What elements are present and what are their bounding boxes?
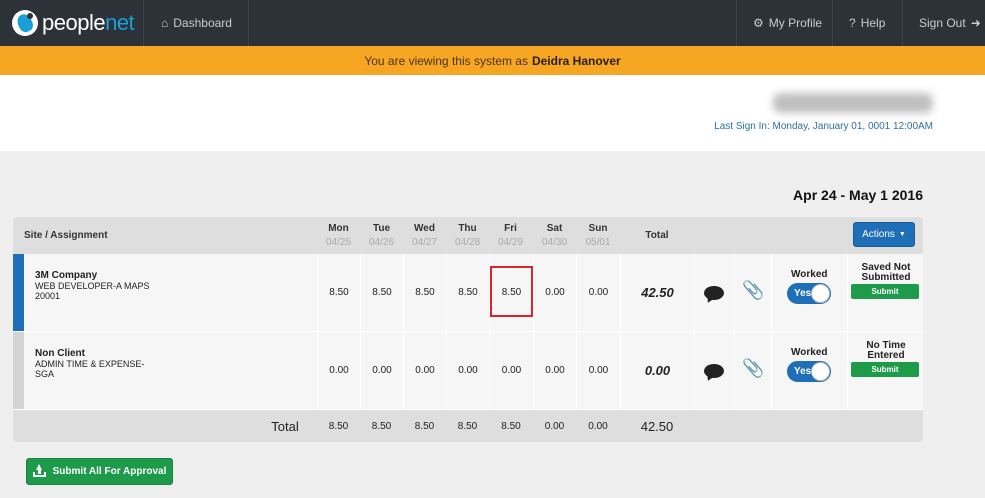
col-wed: Wed 04/27 xyxy=(411,223,438,248)
upload-icon xyxy=(32,464,46,477)
worked-label: Worked xyxy=(791,269,828,280)
user-header: Last Sign In: Monday, January 01, 0001 1… xyxy=(0,75,985,151)
hours-cell-tue[interactable]: 0.00 xyxy=(360,332,403,409)
status-label: No Time Entered xyxy=(866,340,906,361)
site-assignment: WEB DEVELOPER-A MAPS xyxy=(35,281,150,291)
footer-wed: 8.50 xyxy=(414,420,435,432)
hours-cell-wed[interactable]: 8.50 xyxy=(403,254,446,331)
table-row: 3M Company WEB DEVELOPER-A MAPS 20001 8.… xyxy=(13,254,923,331)
footer-total-label: Total xyxy=(271,418,299,434)
comment-icon[interactable] xyxy=(704,364,724,378)
col-fri: Fri 04/29 xyxy=(497,223,524,248)
footer-tue: 8.50 xyxy=(371,420,392,432)
nav-sign-out[interactable]: Sign Out ➜ xyxy=(902,0,985,46)
nav-my-profile[interactable]: ⚙ My Profile xyxy=(736,0,832,46)
last-sign-in: Last Sign In: Monday, January 01, 0001 1… xyxy=(714,121,933,132)
status-label: Saved Not Submitted xyxy=(861,262,911,283)
col-site-assignment: Site / Assignment xyxy=(24,230,108,241)
hours-cell-sun[interactable]: 0.00 xyxy=(576,254,620,331)
worked-toggle[interactable]: Yes xyxy=(787,283,831,304)
hours-cell-sun[interactable]: 0.00 xyxy=(576,332,620,409)
col-thu: Thu 04/28 xyxy=(454,223,481,248)
col-sat: Sat 04/30 xyxy=(541,223,568,248)
table-row: Non Client ADMIN TIME & EXPENSE- SGA 0.0… xyxy=(13,332,923,409)
home-icon: ⌂ xyxy=(161,16,169,30)
top-navbar: peoplenet ⌂ Dashboard ⚙ My Profile ? Hel… xyxy=(0,0,985,46)
hours-cell-tue[interactable]: 8.50 xyxy=(360,254,403,331)
footer-sun: 0.00 xyxy=(588,420,608,432)
impersonation-banner: You are viewing this system as Deidra Ha… xyxy=(0,46,985,75)
hours-cell-wed[interactable]: 0.00 xyxy=(403,332,446,409)
row-status-bar xyxy=(13,332,24,409)
site-company: 3M Company xyxy=(35,270,98,281)
timesheet-table: Site / Assignment Mon 04/25 Tue 04/26 Wed 0… xyxy=(13,217,923,442)
footer-fri: 8.50 xyxy=(501,420,521,432)
site-assignment: ADMIN TIME & EXPENSE- xyxy=(35,359,145,369)
hours-cell-mon[interactable]: 0.00 xyxy=(317,332,360,409)
submit-all-button[interactable]: Submit All For Approval xyxy=(26,458,173,485)
week-range: Apr 24 - May 1 2016 xyxy=(793,187,923,203)
user-name-blurred xyxy=(773,93,933,113)
logo-text: peoplenet xyxy=(42,10,135,35)
hours-cell-thu[interactable]: 0.00 xyxy=(446,332,489,409)
logo-icon xyxy=(12,10,38,36)
table-footer: Total 8.50 8.50 8.50 8.50 8.50 0.00 0.00… xyxy=(13,410,923,442)
caret-down-icon: ▼ xyxy=(898,231,906,238)
row-status-bar xyxy=(13,254,24,331)
toggle-knob xyxy=(811,362,830,381)
col-mon: Mon 04/25 xyxy=(325,223,352,248)
sign-out-icon: ➜ xyxy=(970,16,981,30)
footer-thu: 8.50 xyxy=(457,420,478,432)
toggle-knob xyxy=(811,284,830,303)
submit-button[interactable]: Submit xyxy=(851,362,919,377)
hours-cell-sat[interactable]: 0.00 xyxy=(533,254,576,331)
site-code: 20001 xyxy=(35,291,61,301)
impersonated-user-name: Deidra Hanover xyxy=(531,53,621,68)
actions-dropdown-button[interactable]: Actions ▼ xyxy=(853,222,915,247)
peoplenet-logo[interactable]: peoplenet xyxy=(0,0,143,46)
comment-icon[interactable] xyxy=(704,286,724,300)
nav-dashboard[interactable]: ⌂ Dashboard xyxy=(143,0,249,46)
row-total: 42.50 xyxy=(620,254,694,331)
question-icon: ? xyxy=(849,16,856,30)
worked-toggle[interactable]: Yes xyxy=(787,361,831,382)
site-company: Non Client xyxy=(35,348,85,359)
hours-cell-fri[interactable]: 0.00 xyxy=(489,332,533,409)
table-header: Site / Assignment Mon 04/25 Tue 04/26 Wed 0… xyxy=(13,217,923,254)
col-total: Total xyxy=(645,230,669,241)
hours-cell-sat[interactable]: 0.00 xyxy=(533,332,576,409)
paperclip-icon[interactable]: 📎 xyxy=(742,358,764,379)
submit-button[interactable]: Submit xyxy=(851,284,919,299)
hours-cell-thu[interactable]: 8.50 xyxy=(446,254,489,331)
col-tue: Tue 04/26 xyxy=(368,223,395,248)
gear-icon: ⚙ xyxy=(753,16,764,30)
row-total: 0.00 xyxy=(620,332,694,409)
site-code: SGA xyxy=(35,369,55,379)
footer-sat: 0.00 xyxy=(544,420,565,432)
col-sun: Sun 05/01 xyxy=(585,223,611,248)
footer-grand-total: 42.50 xyxy=(640,418,674,434)
nav-help[interactable]: ? Help xyxy=(832,0,902,46)
footer-mon: 8.50 xyxy=(328,420,349,432)
highlight-box xyxy=(490,266,533,317)
paperclip-icon[interactable]: 📎 xyxy=(742,280,764,301)
worked-label: Worked xyxy=(791,347,828,358)
hours-cell-mon[interactable]: 8.50 xyxy=(317,254,360,331)
